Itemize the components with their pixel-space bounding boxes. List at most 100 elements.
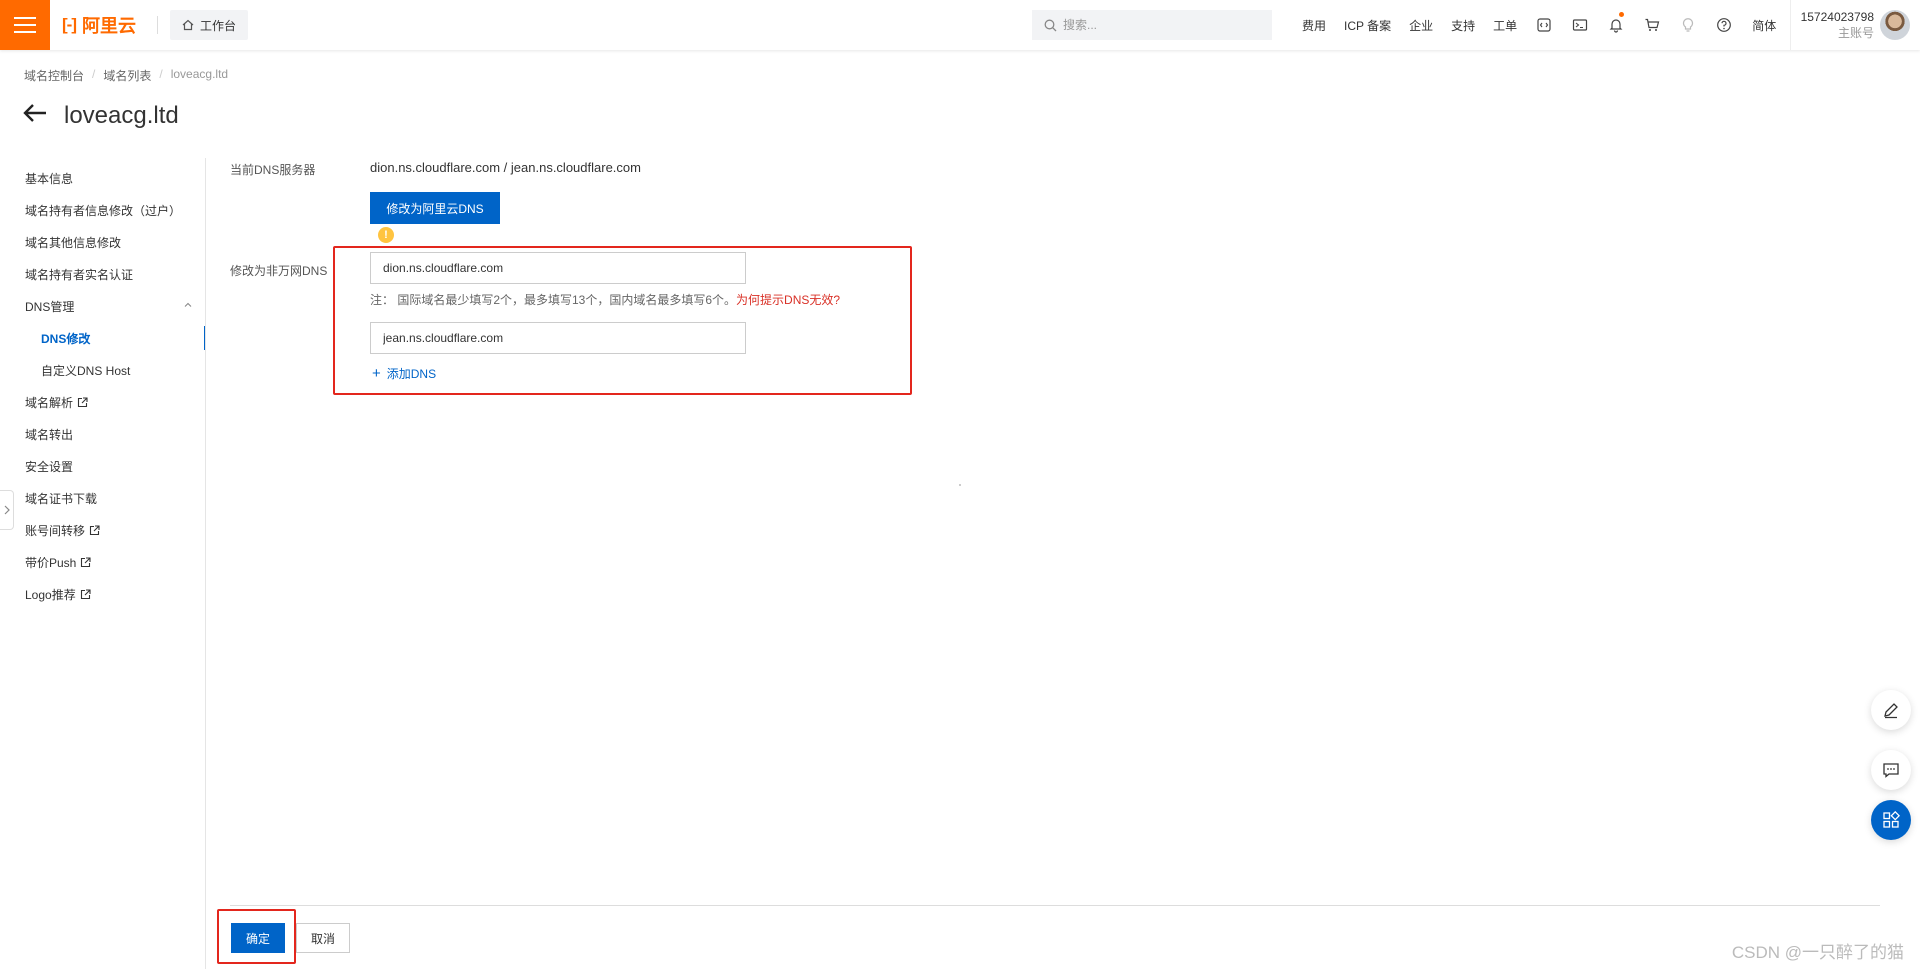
sidebar-item-label: DNS管理: [25, 299, 75, 314]
sidebar-item-label: 基本信息: [25, 171, 74, 186]
dns-server-2-input[interactable]: [370, 322, 746, 354]
plus-icon: +: [372, 365, 381, 382]
current-dns-value: dion.ns.cloudflare.com / jean.ns.cloudfl…: [370, 160, 641, 175]
external-link-icon: [81, 556, 91, 567]
switch-to-aliyun-dns-button[interactable]: 修改为阿里云DNS: [370, 192, 500, 224]
sidebar-divider: [205, 158, 206, 969]
help-icon[interactable]: [1706, 0, 1742, 50]
sidebar-item-label: 账号间转移: [25, 523, 86, 538]
sidebar: 基本信息 域名持有者信息修改（过户） 域名其他信息修改 域名持有者实名认证 DN…: [0, 162, 206, 610]
link-support[interactable]: 支持: [1442, 17, 1484, 34]
sidebar-item-dns-management[interactable]: DNS管理: [0, 290, 206, 322]
breadcrumb-domain-console[interactable]: 域名控制台: [24, 67, 84, 84]
breadcrumb-domain-list[interactable]: 域名列表: [103, 67, 151, 84]
chat-button[interactable]: [1871, 750, 1911, 790]
page-header: loveacg.ltd: [22, 100, 179, 131]
workbench-button[interactable]: 工作台: [170, 10, 249, 40]
apps-grid-icon: [1883, 811, 1900, 828]
external-link-icon: [89, 524, 100, 535]
link-icp[interactable]: ICP 备案: [1335, 17, 1400, 34]
sidebar-item-price-push[interactable]: 带价Push: [0, 546, 206, 578]
breadcrumb-separator: /: [92, 67, 96, 81]
sidebar-item-label: 域名转出: [25, 427, 74, 442]
sidebar-item-domain-resolve[interactable]: 域名解析: [0, 386, 206, 418]
dns-invalid-help-link[interactable]: 为何提示DNS无效?: [736, 293, 840, 307]
top-links: 费用 ICP 备案 企业 支持 工单 简体: [1293, 0, 1786, 50]
code-icon[interactable]: [1526, 0, 1562, 50]
workbench-label: 工作台: [200, 18, 237, 33]
custom-dns-label: 修改为非万网DNS: [230, 264, 328, 278]
logo-text: 阿里云: [81, 16, 136, 36]
sidebar-item-label: 域名解析: [25, 395, 74, 410]
sidebar-item-realname-auth[interactable]: 域名持有者实名认证: [0, 258, 206, 290]
lightbulb-icon[interactable]: [1670, 0, 1706, 50]
cancel-button[interactable]: 取消: [296, 923, 350, 953]
sidebar-item-label: DNS修改: [41, 331, 91, 346]
dns-note-text: 注： 国际域名最少填写2个，最多填写13个，国内域名最多填写6个。: [370, 293, 737, 307]
sidebar-item-security[interactable]: 安全设置: [0, 450, 206, 482]
pencil-icon: [1884, 703, 1898, 719]
link-billing[interactable]: 费用: [1293, 17, 1335, 34]
sidebar-item-label: 带价Push: [25, 555, 77, 570]
account-info[interactable]: 15724023798 主账号: [1800, 9, 1874, 41]
bell-icon[interactable]: [1598, 0, 1634, 50]
sidebar-item-dns-modify[interactable]: DNS修改: [0, 322, 206, 354]
divider: [1790, 0, 1791, 50]
chat-icon: [1883, 763, 1899, 778]
aliyun-logo[interactable]: [-] 阿里云: [62, 13, 136, 37]
chevron-up-icon: [184, 302, 192, 307]
breadcrumb-current: loveacg.ltd: [170, 67, 229, 81]
breadcrumb: 域名控制台 / 域名列表 / loveacg.ltd: [24, 67, 228, 84]
sidebar-item-transfer-out[interactable]: 域名转出: [0, 418, 206, 450]
sidebar-collapse-handle[interactable]: [0, 490, 14, 530]
sidebar-item-label: 域名证书下载: [25, 491, 98, 506]
account-role: 主账号: [1837, 26, 1874, 40]
home-icon: [182, 19, 194, 31]
sidebar-item-label: 域名持有者信息修改（过户）: [25, 203, 182, 218]
link-tickets[interactable]: 工单: [1484, 17, 1526, 34]
back-arrow-icon[interactable]: [22, 100, 48, 131]
stray-dot: [959, 484, 961, 486]
sidebar-item-other-info[interactable]: 域名其他信息修改: [0, 226, 206, 258]
logo-mark: [-]: [62, 15, 77, 34]
warning-icon: !: [378, 227, 394, 243]
search-box[interactable]: [1032, 10, 1272, 40]
sidebar-item-holder-transfer[interactable]: 域名持有者信息修改（过户）: [0, 194, 206, 226]
sidebar-item-label: 域名其他信息修改: [25, 235, 122, 250]
avatar[interactable]: [1880, 10, 1910, 40]
terminal-icon[interactable]: [1562, 0, 1598, 50]
external-link-icon: [80, 588, 91, 599]
sidebar-item-label: 域名持有者实名认证: [25, 267, 134, 282]
sidebar-item-label: 安全设置: [25, 459, 74, 474]
language-switch[interactable]: 简体: [1742, 17, 1786, 34]
sidebar-item-label: Logo推荐: [25, 587, 76, 602]
sidebar-item-basic-info[interactable]: 基本信息: [0, 162, 206, 194]
current-dns-label: 当前DNS服务器: [230, 163, 316, 177]
confirm-button[interactable]: 确定: [231, 923, 285, 953]
dns-note: 注： 国际域名最少填写2个，最多填写13个，国内域名最多填写6个。为何提示DNS…: [370, 291, 840, 308]
breadcrumb-separator: /: [159, 67, 163, 81]
watermark: CSDN @一只醉了的猫: [1731, 943, 1904, 962]
sidebar-item-label: 自定义DNS Host: [41, 363, 131, 378]
menu-icon[interactable]: [0, 0, 50, 50]
add-dns-button[interactable]: + 添加DNS: [372, 365, 436, 382]
sidebar-item-account-transfer[interactable]: 账号间转移: [0, 514, 206, 546]
external-link-icon: [77, 396, 88, 407]
dns-server-1-input[interactable]: [370, 252, 746, 284]
link-enterprise[interactable]: 企业: [1400, 17, 1442, 34]
sidebar-item-certificate[interactable]: 域名证书下载: [0, 482, 206, 514]
add-dns-label: 添加DNS: [386, 367, 437, 381]
edit-feedback-button[interactable]: [1871, 690, 1911, 730]
cart-icon[interactable]: [1634, 0, 1670, 50]
search-input[interactable]: [1063, 18, 1263, 32]
top-navigation-bar: [-] 阿里云 工作台 费用 ICP 备案 企业 支持 工单 简体 157240…: [0, 0, 1920, 50]
search-icon: [1044, 19, 1057, 31]
sidebar-item-custom-dns-host[interactable]: 自定义DNS Host: [0, 354, 206, 386]
sidebar-item-logo[interactable]: Logo推荐: [0, 578, 206, 610]
apps-button[interactable]: [1871, 800, 1911, 840]
footer-divider: [230, 905, 1880, 906]
divider: [157, 16, 158, 34]
account-id: 15724023798: [1800, 10, 1874, 24]
chevron-right-icon: [4, 505, 10, 515]
page-title: loveacg.ltd: [64, 101, 179, 129]
